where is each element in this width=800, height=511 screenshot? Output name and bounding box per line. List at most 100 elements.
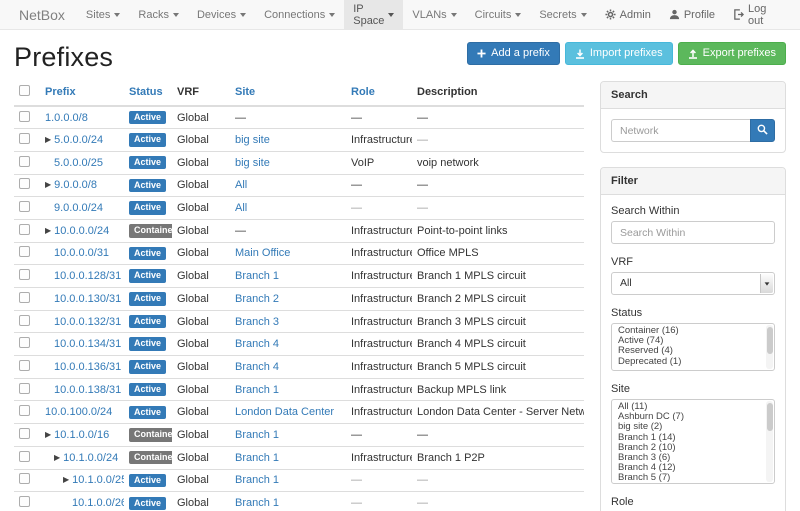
search-input[interactable] [611,119,750,142]
logout-link[interactable]: Log out [724,0,788,29]
prefix-table: Prefix Status VRF Site Role Description … [14,81,584,511]
row-checkbox[interactable] [19,383,30,394]
row-checkbox[interactable] [19,292,30,303]
nav-item-vlans[interactable]: VLANs [403,0,465,29]
site-link[interactable]: Main Office [235,247,290,259]
role-cell: Infrastructure [351,270,412,282]
site-link[interactable]: Branch 1 [235,429,279,441]
column-header-status[interactable]: Status [129,86,163,98]
prefix-link[interactable]: 5.0.0.0/24 [54,134,103,146]
site-link[interactable]: Branch 1 [235,384,279,396]
chevron-down-icon [114,13,120,17]
site-link[interactable]: Branch 4 [235,361,279,373]
row-checkbox[interactable] [19,428,30,439]
site-scrollbar-thumb[interactable] [767,403,773,431]
site-scrollbar [766,401,773,482]
status-badge: Active [129,292,166,306]
table-row: 1.0.0.0/8ActiveGlobal——— [14,106,584,129]
vrf-select[interactable]: All [611,272,775,295]
export-prefixes-label: Export prefixes [703,47,776,60]
row-checkbox[interactable] [19,451,30,462]
row-checkbox[interactable] [19,111,30,122]
prefix-link[interactable]: 10.0.0.134/31 [54,338,121,350]
site-link[interactable]: All [235,179,247,191]
site-link[interactable]: Branch 1 [235,474,279,486]
site-link[interactable]: Branch 4 [235,338,279,350]
search-within-label: Search Within [611,205,775,217]
row-checkbox[interactable] [19,337,30,348]
row-checkbox[interactable] [19,473,30,484]
import-prefixes-button[interactable]: Import prefixes [565,42,673,65]
row-checkbox[interactable] [19,178,30,189]
nav-item-racks[interactable]: Racks [129,0,188,29]
row-checkbox[interactable] [19,269,30,280]
status-listbox: Container (16)Active (74)Reserved (4)Dep… [611,323,775,371]
export-prefixes-button[interactable]: Export prefixes [678,42,786,65]
search-within-input[interactable] [611,221,775,244]
prefix-link[interactable]: 10.0.0.138/31 [54,384,121,396]
status-badge: Container [129,451,172,465]
site-link[interactable]: London Data Center [235,406,334,418]
nav-item-label: Sites [86,9,110,21]
import-icon [575,49,585,59]
site-link[interactable]: Branch 1 [235,452,279,464]
nav-item-circuits[interactable]: Circuits [466,0,531,29]
site-link[interactable]: Branch 1 [235,270,279,282]
row-checkbox[interactable] [19,133,30,144]
prefix-link[interactable]: 10.1.0.0/16 [54,429,109,441]
row-checkbox[interactable] [19,360,30,371]
row-checkbox[interactable] [19,496,30,507]
site-link[interactable]: All [235,202,247,214]
nav-item-label: Connections [264,9,325,21]
description-empty-dash: — [417,429,428,441]
row-checkbox[interactable] [19,246,30,257]
prefix-link[interactable]: 10.1.0.0/24 [63,452,118,464]
row-checkbox[interactable] [19,315,30,326]
site-link[interactable]: Branch 3 [235,316,279,328]
row-checkbox[interactable] [19,405,30,416]
nav-item-secrets[interactable]: Secrets [530,0,595,29]
prefix-link[interactable]: 10.0.100.0/24 [45,406,112,418]
admin-link[interactable]: Admin [596,0,660,29]
prefix-link[interactable]: 10.0.0.130/31 [54,293,121,305]
row-checkbox[interactable] [19,201,30,212]
plus-icon [477,49,486,58]
site-link[interactable]: Branch 2 [235,293,279,305]
row-checkbox[interactable] [19,156,30,167]
table-row: 10.0.0.134/31ActiveGlobalBranch 4Infrast… [14,333,584,356]
netbox-brand[interactable]: NetBox [0,0,77,29]
prefix-link[interactable]: 10.1.0.0/26 [72,497,124,509]
prefix-link[interactable]: 10.0.0.132/31 [54,316,121,328]
nav-item-sites[interactable]: Sites [77,0,129,29]
nav-item-devices[interactable]: Devices [188,0,255,29]
select-all-checkbox[interactable] [19,85,30,96]
search-panel-title: Search [601,82,785,109]
site-link[interactable]: big site [235,157,270,169]
row-checkbox[interactable] [19,224,30,235]
expand-caret-icon: ▶ [45,226,51,235]
nav-item-connections[interactable]: Connections [255,0,344,29]
column-header-prefix[interactable]: Prefix [45,86,76,98]
column-header-site[interactable]: Site [235,86,255,98]
status-option[interactable]: Deprecated (1) [618,357,764,367]
prefix-link[interactable]: 10.1.0.0/25 [72,474,124,486]
vrf-cell: Global [172,401,230,424]
vrf-cell: Global [172,492,230,511]
prefix-link[interactable]: 5.0.0.0/25 [54,157,103,169]
prefix-link[interactable]: 9.0.0.0/8 [54,179,97,191]
add-prefix-button[interactable]: Add a prefix [467,42,560,65]
nav-item-ip-space[interactable]: IP Space [344,0,403,29]
search-button[interactable] [750,119,775,142]
prefix-link[interactable]: 1.0.0.0/8 [45,112,88,124]
column-header-role[interactable]: Role [351,86,375,98]
status-scrollbar-thumb[interactable] [767,327,773,354]
prefix-link[interactable]: 10.0.0.128/31 [54,270,121,282]
prefix-link[interactable]: 10.0.0.136/31 [54,361,121,373]
status-badge: Active [129,406,166,420]
prefix-link[interactable]: 10.0.0.0/31 [54,247,109,259]
prefix-link[interactable]: 10.0.0.0/24 [54,225,109,237]
profile-link[interactable]: Profile [660,0,724,29]
prefix-link[interactable]: 9.0.0.0/24 [54,202,103,214]
site-link[interactable]: Branch 1 [235,497,279,509]
site-link[interactable]: big site [235,134,270,146]
